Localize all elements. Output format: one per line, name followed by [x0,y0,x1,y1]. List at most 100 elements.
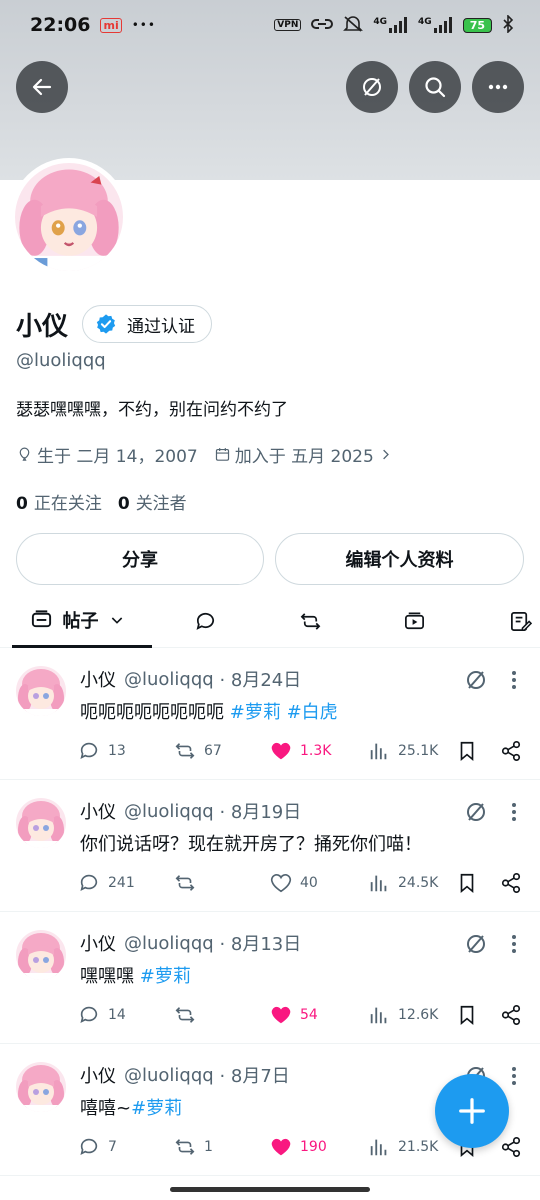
post-header: 小仪 @luoliqqq · 8月19日 [80,798,301,824]
tab-articles[interactable] [500,594,540,648]
post-author-name[interactable]: 小仪 [80,1062,116,1088]
following-link[interactable]: 0 正在关注 [16,489,102,514]
back-button[interactable] [16,61,68,113]
home-indicator[interactable] [170,1187,370,1192]
share-post-button[interactable] [500,1136,530,1158]
followers-link[interactable]: 0 关注者 [118,489,187,514]
profile-avatar[interactable] [10,158,128,276]
like-button[interactable]: 54 [270,1004,318,1026]
post-grok-button[interactable] [464,800,488,824]
heart-filled-icon [271,1138,291,1156]
like-button[interactable]: 1.3K [270,740,331,762]
network-label-2: 4G [418,17,432,27]
verified-button[interactable]: 通过认证 [82,305,213,343]
post-item[interactable]: 小仪 @luoliqqq · 8月19日 你们说话呀？现在就开房了？捅死你们喵！ 24… [0,780,540,912]
post-item[interactable]: 小仪 @luoliqqq · 8月13日 嘿嘿嘿 #萝莉 14 54 12.6K [0,912,540,1044]
post-author-name[interactable]: 小仪 [80,798,116,824]
following-count: 0 [16,494,28,514]
hashtag-link[interactable]: #萝莉 [230,702,281,723]
repost-button[interactable]: 67 [174,740,222,762]
post-avatar[interactable] [16,666,66,716]
reply-button[interactable]: 14 [78,1004,126,1026]
verified-badge-icon [96,314,116,334]
share-post-button[interactable] [500,872,530,894]
like-count: 1.3K [300,743,332,759]
repost-button[interactable]: 1 [174,1136,213,1158]
post-body: 呃呃呃呃呃呃呃呃 [80,702,230,723]
repost-icon [175,875,195,891]
post-body: 嘻嘻~ [80,1098,132,1119]
profile-actions: 分享 编辑个人资料 [16,533,524,585]
grok-slash-circle-icon [467,803,485,821]
repost-count: 67 [204,743,222,759]
like-button[interactable]: 190 [270,1136,327,1158]
grok-slash-circle-icon [363,78,381,96]
search-button[interactable] [409,61,461,113]
share-post-button[interactable] [500,740,530,762]
post-grok-button[interactable] [464,668,488,692]
grok-button[interactable] [346,61,398,113]
post-more-button[interactable] [504,668,524,692]
profile-name: 小仪 [16,311,69,342]
post-more-button[interactable] [504,1064,524,1088]
post-date: · 8月13日 [219,934,302,955]
more-notifications-icon: ••• [131,18,156,32]
hashtag-link[interactable]: #萝莉 [131,1098,182,1119]
vpn-icon: VPN [274,19,302,31]
signal-icon-1: 4G [373,17,408,33]
views-button[interactable]: 25.1K [368,740,438,762]
post-more-button[interactable] [504,800,524,824]
post-avatar[interactable] [16,798,66,848]
heart-filled-icon [271,1006,291,1024]
bookmark-button[interactable] [456,1004,486,1026]
tab-media[interactable] [394,594,434,648]
tab-replies[interactable] [185,594,225,648]
edit-profile-button[interactable]: 编辑个人资料 [275,533,524,585]
tab-reposts[interactable] [290,594,330,648]
bluetooth-icon [502,13,514,36]
repost-button[interactable] [174,1004,204,1026]
post-avatar[interactable] [16,1062,66,1112]
post-item[interactable]: 小仪 @luoliqqq · 8月24日 呃呃呃呃呃呃呃呃 #萝莉 #白虎 13 67 1… [0,648,540,780]
post-avatar[interactable] [16,930,66,980]
calendar-icon [215,448,229,461]
followers-label: 关注者 [135,494,187,514]
repost-button[interactable] [174,872,204,894]
mi-notification-icon: mi [100,17,122,33]
post-action-bar: 241 40 24.5K [78,872,528,898]
more-vertical-icon [512,1067,516,1085]
plus-icon [459,1098,485,1124]
post-grok-button[interactable] [464,932,488,956]
reply-button[interactable]: 7 [78,1136,117,1158]
post-author-handle: @luoliqqq [124,800,214,822]
hashtag-link[interactable]: #白虎 [287,702,338,723]
like-button[interactable]: 40 [270,872,318,894]
views-button[interactable]: 21.5K [368,1136,438,1158]
reply-button[interactable]: 241 [78,872,135,894]
bookmark-button[interactable] [456,872,486,894]
post-author-name[interactable]: 小仪 [80,930,116,956]
post-text: 嘿嘿嘿 #萝莉 [80,962,191,988]
profile-tabs: 帖子 [0,594,540,648]
bookmark-icon [460,873,474,894]
views-chart-icon [370,875,387,892]
compose-button[interactable] [435,1074,509,1148]
joined-item[interactable]: 加入于 五月 2025 [214,442,397,467]
tab-posts[interactable]: 帖子 [12,594,152,648]
share-post-button[interactable] [500,1004,530,1026]
views-button[interactable]: 12.6K [368,1004,438,1026]
post-date: · 8月7日 [219,1066,290,1087]
share-button[interactable]: 分享 [16,533,264,585]
chevron-down-icon [111,616,122,624]
more-options-button[interactable] [472,61,524,113]
reply-count: 14 [108,1007,126,1023]
post-more-button[interactable] [504,932,524,956]
reply-button[interactable]: 13 [78,740,126,762]
reply-icon [80,874,98,891]
post-author-name[interactable]: 小仪 [80,666,116,692]
battery-icon: 75 [462,17,492,33]
bookmark-button[interactable] [456,740,486,762]
hashtag-link[interactable]: #萝莉 [140,966,191,987]
views-button[interactable]: 24.5K [368,872,438,894]
post-header: 小仪 @luoliqqq · 8月7日 [80,1062,290,1088]
